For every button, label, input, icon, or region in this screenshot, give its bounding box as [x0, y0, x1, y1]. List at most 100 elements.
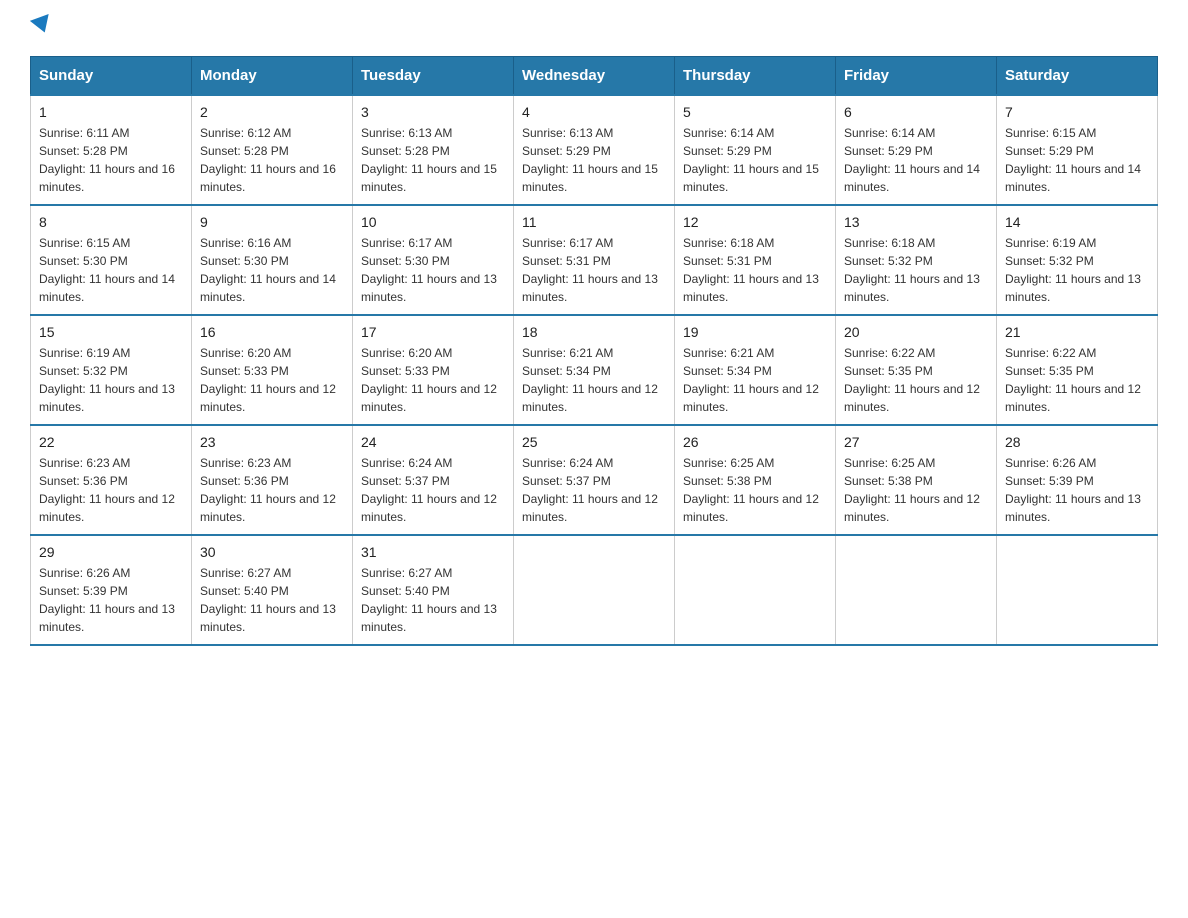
calendar-cell: 29 Sunrise: 6:26 AM Sunset: 5:39 PM Dayl… [31, 535, 192, 645]
day-info: Sunrise: 6:16 AM Sunset: 5:30 PM Dayligh… [200, 234, 344, 306]
calendar-cell: 5 Sunrise: 6:14 AM Sunset: 5:29 PM Dayli… [675, 95, 836, 205]
week-row-3: 15 Sunrise: 6:19 AM Sunset: 5:32 PM Dayl… [31, 315, 1158, 425]
calendar-cell: 3 Sunrise: 6:13 AM Sunset: 5:28 PM Dayli… [353, 95, 514, 205]
day-number: 4 [522, 104, 666, 120]
calendar-cell: 31 Sunrise: 6:27 AM Sunset: 5:40 PM Dayl… [353, 535, 514, 645]
week-row-5: 29 Sunrise: 6:26 AM Sunset: 5:39 PM Dayl… [31, 535, 1158, 645]
calendar-cell: 6 Sunrise: 6:14 AM Sunset: 5:29 PM Dayli… [836, 95, 997, 205]
day-number: 22 [39, 434, 183, 450]
day-number: 17 [361, 324, 505, 340]
day-number: 29 [39, 544, 183, 560]
day-number: 28 [1005, 434, 1149, 450]
calendar-cell: 19 Sunrise: 6:21 AM Sunset: 5:34 PM Dayl… [675, 315, 836, 425]
header-tuesday: Tuesday [353, 57, 514, 96]
day-info: Sunrise: 6:13 AM Sunset: 5:28 PM Dayligh… [361, 124, 505, 196]
day-info: Sunrise: 6:25 AM Sunset: 5:38 PM Dayligh… [844, 454, 988, 526]
day-number: 16 [200, 324, 344, 340]
day-number: 31 [361, 544, 505, 560]
calendar-cell: 26 Sunrise: 6:25 AM Sunset: 5:38 PM Dayl… [675, 425, 836, 535]
week-row-2: 8 Sunrise: 6:15 AM Sunset: 5:30 PM Dayli… [31, 205, 1158, 315]
day-number: 25 [522, 434, 666, 450]
calendar-cell [514, 535, 675, 645]
calendar-cell [836, 535, 997, 645]
day-number: 23 [200, 434, 344, 450]
calendar-cell: 21 Sunrise: 6:22 AM Sunset: 5:35 PM Dayl… [997, 315, 1158, 425]
header-saturday: Saturday [997, 57, 1158, 96]
day-number: 20 [844, 324, 988, 340]
logo [30, 20, 52, 36]
day-info: Sunrise: 6:15 AM Sunset: 5:30 PM Dayligh… [39, 234, 183, 306]
day-number: 5 [683, 104, 827, 120]
calendar-cell: 14 Sunrise: 6:19 AM Sunset: 5:32 PM Dayl… [997, 205, 1158, 315]
day-number: 15 [39, 324, 183, 340]
day-number: 2 [200, 104, 344, 120]
day-info: Sunrise: 6:17 AM Sunset: 5:31 PM Dayligh… [522, 234, 666, 306]
day-number: 27 [844, 434, 988, 450]
calendar-cell: 2 Sunrise: 6:12 AM Sunset: 5:28 PM Dayli… [192, 95, 353, 205]
header-sunday: Sunday [31, 57, 192, 96]
day-info: Sunrise: 6:20 AM Sunset: 5:33 PM Dayligh… [200, 344, 344, 416]
day-number: 10 [361, 214, 505, 230]
day-number: 1 [39, 104, 183, 120]
week-row-4: 22 Sunrise: 6:23 AM Sunset: 5:36 PM Dayl… [31, 425, 1158, 535]
calendar-cell: 27 Sunrise: 6:25 AM Sunset: 5:38 PM Dayl… [836, 425, 997, 535]
calendar-table: SundayMondayTuesdayWednesdayThursdayFrid… [30, 56, 1158, 646]
day-info: Sunrise: 6:12 AM Sunset: 5:28 PM Dayligh… [200, 124, 344, 196]
calendar-cell [997, 535, 1158, 645]
day-info: Sunrise: 6:27 AM Sunset: 5:40 PM Dayligh… [200, 564, 344, 636]
day-info: Sunrise: 6:14 AM Sunset: 5:29 PM Dayligh… [683, 124, 827, 196]
day-number: 19 [683, 324, 827, 340]
day-number: 18 [522, 324, 666, 340]
day-info: Sunrise: 6:21 AM Sunset: 5:34 PM Dayligh… [683, 344, 827, 416]
calendar-cell: 11 Sunrise: 6:17 AM Sunset: 5:31 PM Dayl… [514, 205, 675, 315]
day-number: 21 [1005, 324, 1149, 340]
page-header [30, 20, 1158, 36]
header-monday: Monday [192, 57, 353, 96]
calendar-cell: 30 Sunrise: 6:27 AM Sunset: 5:40 PM Dayl… [192, 535, 353, 645]
calendar-cell: 16 Sunrise: 6:20 AM Sunset: 5:33 PM Dayl… [192, 315, 353, 425]
day-number: 30 [200, 544, 344, 560]
calendar-cell: 9 Sunrise: 6:16 AM Sunset: 5:30 PM Dayli… [192, 205, 353, 315]
day-info: Sunrise: 6:23 AM Sunset: 5:36 PM Dayligh… [200, 454, 344, 526]
logo-triangle-icon [30, 14, 54, 36]
day-info: Sunrise: 6:19 AM Sunset: 5:32 PM Dayligh… [1005, 234, 1149, 306]
day-number: 14 [1005, 214, 1149, 230]
calendar-cell: 20 Sunrise: 6:22 AM Sunset: 5:35 PM Dayl… [836, 315, 997, 425]
day-number: 6 [844, 104, 988, 120]
calendar-cell: 1 Sunrise: 6:11 AM Sunset: 5:28 PM Dayli… [31, 95, 192, 205]
calendar-cell: 17 Sunrise: 6:20 AM Sunset: 5:33 PM Dayl… [353, 315, 514, 425]
day-info: Sunrise: 6:24 AM Sunset: 5:37 PM Dayligh… [522, 454, 666, 526]
day-info: Sunrise: 6:15 AM Sunset: 5:29 PM Dayligh… [1005, 124, 1149, 196]
calendar-cell: 8 Sunrise: 6:15 AM Sunset: 5:30 PM Dayli… [31, 205, 192, 315]
calendar-cell: 7 Sunrise: 6:15 AM Sunset: 5:29 PM Dayli… [997, 95, 1158, 205]
calendar-cell: 28 Sunrise: 6:26 AM Sunset: 5:39 PM Dayl… [997, 425, 1158, 535]
day-info: Sunrise: 6:19 AM Sunset: 5:32 PM Dayligh… [39, 344, 183, 416]
day-info: Sunrise: 6:14 AM Sunset: 5:29 PM Dayligh… [844, 124, 988, 196]
calendar-cell: 10 Sunrise: 6:17 AM Sunset: 5:30 PM Dayl… [353, 205, 514, 315]
calendar-cell: 12 Sunrise: 6:18 AM Sunset: 5:31 PM Dayl… [675, 205, 836, 315]
day-info: Sunrise: 6:26 AM Sunset: 5:39 PM Dayligh… [1005, 454, 1149, 526]
header-friday: Friday [836, 57, 997, 96]
day-info: Sunrise: 6:27 AM Sunset: 5:40 PM Dayligh… [361, 564, 505, 636]
day-info: Sunrise: 6:18 AM Sunset: 5:32 PM Dayligh… [844, 234, 988, 306]
calendar-cell: 15 Sunrise: 6:19 AM Sunset: 5:32 PM Dayl… [31, 315, 192, 425]
day-number: 12 [683, 214, 827, 230]
day-info: Sunrise: 6:17 AM Sunset: 5:30 PM Dayligh… [361, 234, 505, 306]
day-info: Sunrise: 6:23 AM Sunset: 5:36 PM Dayligh… [39, 454, 183, 526]
calendar-cell [675, 535, 836, 645]
day-info: Sunrise: 6:21 AM Sunset: 5:34 PM Dayligh… [522, 344, 666, 416]
calendar-cell: 25 Sunrise: 6:24 AM Sunset: 5:37 PM Dayl… [514, 425, 675, 535]
day-info: Sunrise: 6:13 AM Sunset: 5:29 PM Dayligh… [522, 124, 666, 196]
day-info: Sunrise: 6:22 AM Sunset: 5:35 PM Dayligh… [1005, 344, 1149, 416]
calendar-cell: 24 Sunrise: 6:24 AM Sunset: 5:37 PM Dayl… [353, 425, 514, 535]
day-info: Sunrise: 6:25 AM Sunset: 5:38 PM Dayligh… [683, 454, 827, 526]
week-row-1: 1 Sunrise: 6:11 AM Sunset: 5:28 PM Dayli… [31, 95, 1158, 205]
day-info: Sunrise: 6:20 AM Sunset: 5:33 PM Dayligh… [361, 344, 505, 416]
calendar-cell: 4 Sunrise: 6:13 AM Sunset: 5:29 PM Dayli… [514, 95, 675, 205]
day-info: Sunrise: 6:18 AM Sunset: 5:31 PM Dayligh… [683, 234, 827, 306]
calendar-cell: 23 Sunrise: 6:23 AM Sunset: 5:36 PM Dayl… [192, 425, 353, 535]
day-info: Sunrise: 6:24 AM Sunset: 5:37 PM Dayligh… [361, 454, 505, 526]
day-info: Sunrise: 6:26 AM Sunset: 5:39 PM Dayligh… [39, 564, 183, 636]
header-wednesday: Wednesday [514, 57, 675, 96]
day-number: 13 [844, 214, 988, 230]
